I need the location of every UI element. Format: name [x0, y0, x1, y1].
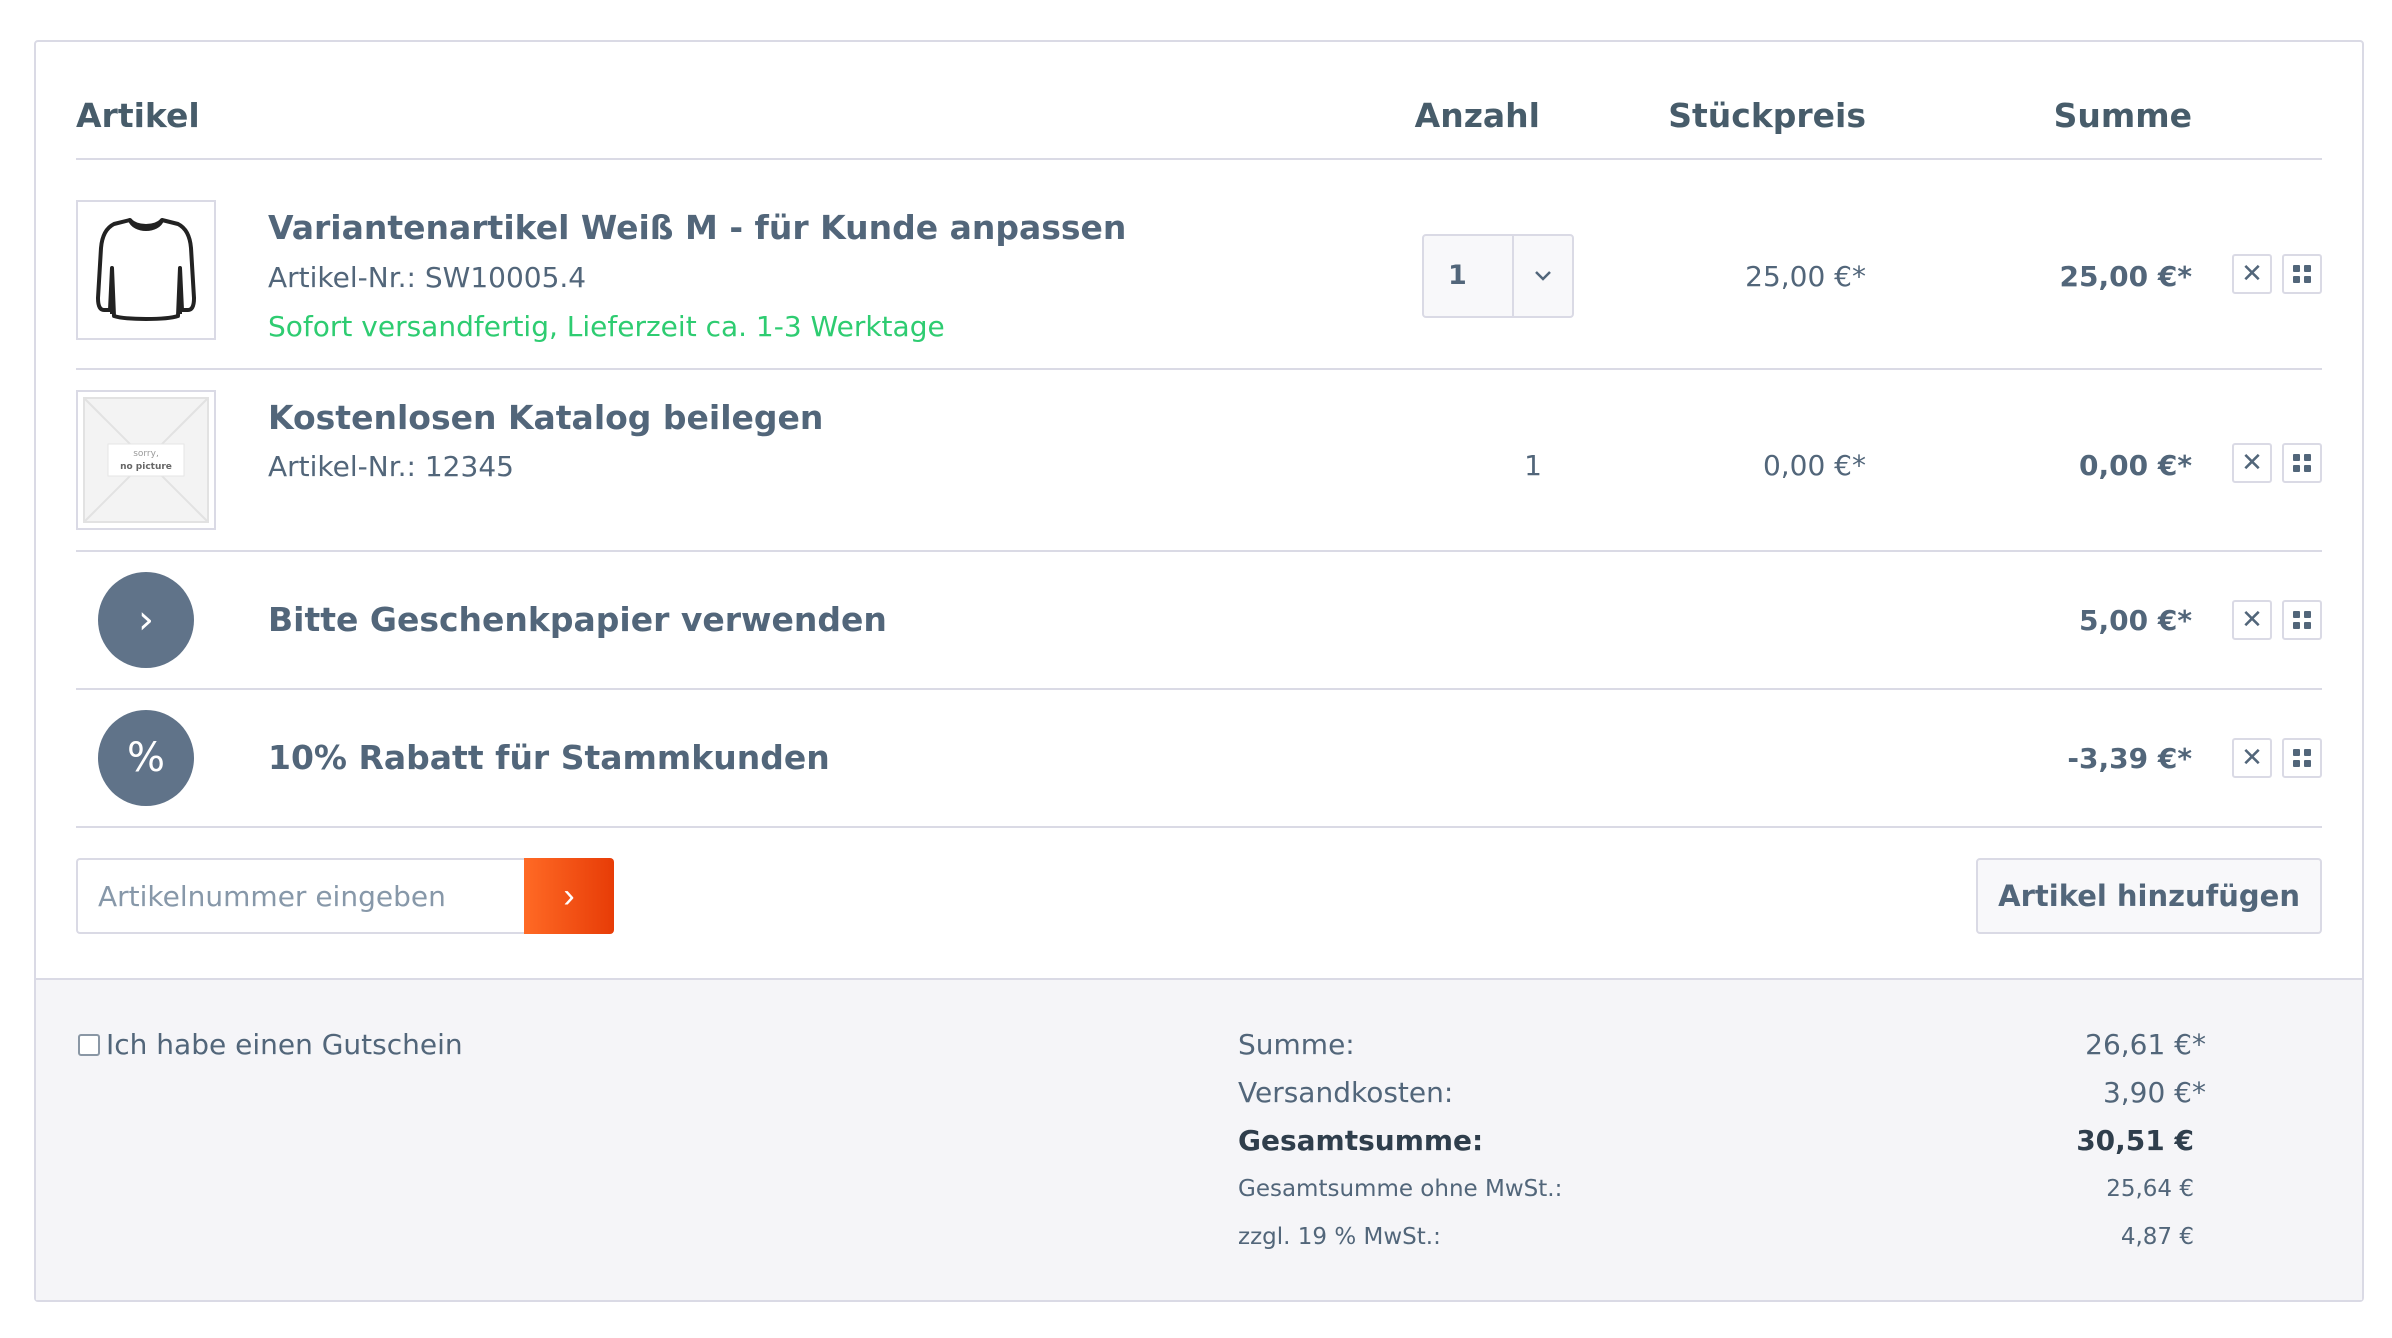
item-unit-price: 0,00 €* — [1762, 449, 1866, 482]
summary-value: 30,51 € — [2076, 1124, 2194, 1157]
summary-subtotal: Summe: 26,61 €* — [1238, 1028, 2206, 1061]
more-options-button[interactable] — [2282, 443, 2322, 483]
cart-container: Artikel Anzahl Stückpreis Summe Variante… — [34, 40, 2364, 1302]
remove-item-button[interactable]: ✕ — [2232, 443, 2272, 483]
summary-label: Versandkosten: — [1238, 1076, 1454, 1109]
close-icon: ✕ — [2241, 448, 2263, 478]
article-number-input[interactable] — [76, 858, 524, 934]
column-header-unit-price: Stückpreis — [1668, 96, 1866, 135]
close-icon: ✕ — [2241, 743, 2263, 773]
summary-grand-total: Gesamtsumme: 30,51 € — [1238, 1124, 2194, 1157]
summary-vat: zzgl. 19 % MwSt.: 4,87 € — [1238, 1224, 2194, 1250]
item-name: 10% Rabatt für Stammkunden — [268, 738, 830, 777]
cart-summary-section: Ich habe einen Gutschein Summe: 26,61 €*… — [36, 978, 2362, 1300]
summary-label: Gesamtsumme: — [1238, 1124, 1484, 1157]
item-sku: Artikel-Nr.: SW10005.4 — [268, 261, 587, 294]
item-total: 25,00 €* — [2059, 260, 2192, 293]
voucher-checkbox[interactable] — [78, 1033, 100, 1056]
item-name[interactable]: Variantenartikel Weiß M - für Kunde anpa… — [268, 208, 1126, 247]
cart-item-row: sorry, no picture Kostenlosen Katalog be… — [76, 370, 2322, 552]
grid-icon — [2293, 454, 2311, 472]
voucher-label: Ich habe einen Gutschein — [106, 1028, 463, 1061]
product-image-placeholder[interactable]: sorry, no picture — [76, 390, 216, 530]
product-image[interactable] — [76, 200, 216, 340]
cart-header-row: Artikel Anzahl Stückpreis Summe — [76, 42, 2322, 160]
chevron-right-icon: › — [98, 572, 194, 668]
column-header-quantity: Anzahl — [1414, 96, 1540, 135]
more-options-button[interactable] — [2282, 738, 2322, 778]
item-unit-price: 25,00 €* — [1745, 260, 1866, 293]
summary-value: 26,61 €* — [2085, 1028, 2206, 1061]
item-name: Bitte Geschenkpapier verwenden — [268, 600, 887, 639]
item-total: 0,00 €* — [2079, 449, 2192, 482]
remove-item-button[interactable]: ✕ — [2232, 738, 2272, 778]
summary-value: 4,87 € — [2120, 1224, 2194, 1250]
item-quantity: 1 — [1524, 449, 1542, 482]
svg-text:no picture: no picture — [120, 462, 172, 472]
shirt-icon — [96, 218, 196, 321]
summary-shipping: Versandkosten: 3,90 €* — [1238, 1076, 2206, 1109]
remove-item-button[interactable]: ✕ — [2232, 600, 2272, 640]
item-name[interactable]: Kostenlosen Katalog beilegen — [268, 398, 823, 437]
more-options-button[interactable] — [2282, 600, 2322, 640]
no-picture-icon: sorry, no picture — [83, 397, 209, 523]
summary-value: 25,64 € — [2106, 1176, 2194, 1202]
delivery-status: Sofort versandfertig, Lieferzeit ca. 1-3… — [268, 310, 945, 343]
add-article-bar: › Artikel hinzufügen — [76, 828, 2322, 978]
summary-label: zzgl. 19 % MwSt.: — [1238, 1224, 1441, 1250]
cart-item-row: › Bitte Geschenkpapier verwenden 5,00 €*… — [76, 552, 2322, 690]
summary-label: Gesamtsumme ohne MwSt.: — [1238, 1176, 1563, 1202]
grid-icon — [2293, 611, 2311, 629]
summary-net-total: Gesamtsumme ohne MwSt.: 25,64 € — [1238, 1176, 2194, 1202]
column-header-total: Summe — [2053, 96, 2192, 135]
percent-icon: % — [98, 710, 194, 806]
cart-item-row: Variantenartikel Weiß M - für Kunde anpa… — [76, 160, 2322, 370]
chevron-down-icon — [1512, 236, 1572, 316]
item-sku: Artikel-Nr.: 12345 — [268, 450, 514, 483]
column-header-article: Artikel — [76, 96, 200, 135]
close-icon: ✕ — [2241, 605, 2263, 635]
grid-icon — [2293, 265, 2311, 283]
cart-items-section: Artikel Anzahl Stückpreis Summe Variante… — [36, 42, 2362, 978]
submit-article-number-button[interactable]: › — [524, 858, 614, 934]
voucher-toggle[interactable]: Ich habe einen Gutschein — [78, 1028, 463, 1061]
summary-value: 3,90 €* — [2102, 1076, 2206, 1109]
quantity-select[interactable]: 1 — [1422, 234, 1574, 318]
quantity-value: 1 — [1448, 260, 1467, 291]
add-article-button[interactable]: Artikel hinzufügen — [1976, 858, 2322, 934]
more-options-button[interactable] — [2282, 254, 2322, 294]
svg-text:sorry,: sorry, — [133, 449, 159, 459]
summary-label: Summe: — [1238, 1028, 1355, 1061]
item-total: 5,00 €* — [2079, 604, 2192, 637]
cart-item-row: % 10% Rabatt für Stammkunden -3,39 €* ✕ — [76, 690, 2322, 828]
grid-icon — [2293, 749, 2311, 767]
remove-item-button[interactable]: ✕ — [2232, 254, 2272, 294]
item-total: -3,39 €* — [2067, 742, 2192, 775]
close-icon: ✕ — [2241, 259, 2263, 289]
chevron-right-icon: › — [563, 876, 575, 915]
